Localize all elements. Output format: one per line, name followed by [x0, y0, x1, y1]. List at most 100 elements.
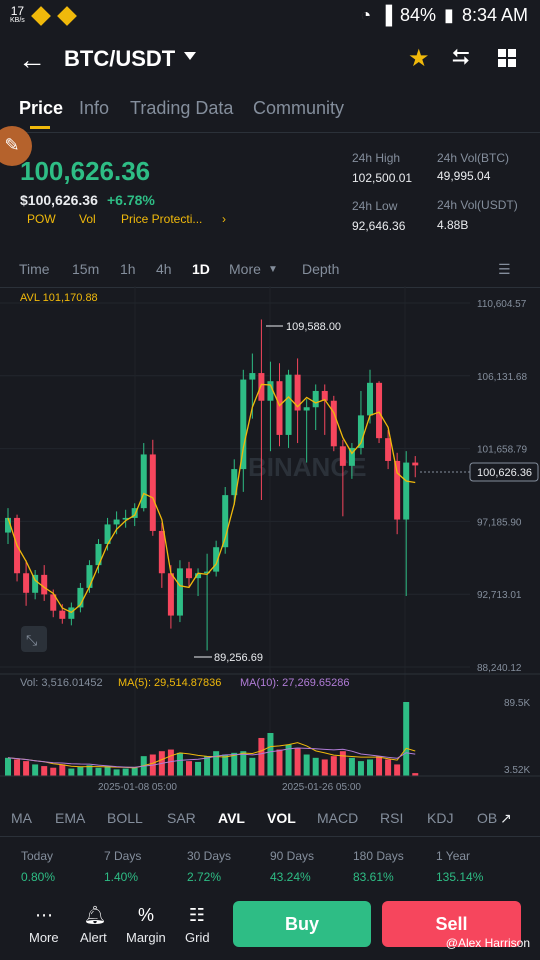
perf-value: 83.61% [353, 870, 394, 884]
stat-volusdt-value: 4.88B [437, 218, 469, 232]
chart-settings-icon[interactable]: ☰ [498, 261, 511, 278]
binance-notification-icon [56, 6, 77, 26]
tag-vol[interactable]: Vol [79, 212, 96, 226]
date-label: 2025-01-08 05:00 [98, 782, 177, 793]
tag-pow[interactable]: POW [27, 212, 56, 226]
perf-label: Today [21, 849, 54, 863]
volume-bar [95, 767, 102, 776]
share-icon[interactable]: ⮀ [452, 44, 470, 70]
candle-body [276, 381, 283, 435]
pair-header: ← BTC/USDT ★ ⮀ [0, 36, 540, 82]
candle-body [176, 568, 183, 616]
stat-volbtc-value: 49,995.04 [437, 169, 491, 183]
volume-bar [303, 754, 310, 776]
timeframe-15m[interactable]: 15m [72, 261, 99, 277]
candle-body [68, 607, 75, 619]
candle-body [412, 462, 419, 466]
volume-bar [167, 749, 174, 776]
indicator-settings-icon[interactable]: ↗ [500, 810, 512, 827]
grid-icon[interactable] [498, 49, 516, 67]
timeframe-depth[interactable]: Depth [302, 261, 339, 277]
indicator-rsi[interactable]: RSI [380, 810, 403, 826]
margin-label[interactable]: Margin [126, 930, 166, 945]
ma10-label: MA(10): 27,269.65286 [240, 677, 349, 689]
divider [0, 132, 540, 133]
top-tabs: Price Info Trading Data Community [0, 94, 540, 132]
status-left: 17 KB/s [10, 5, 77, 26]
volume-bar [321, 759, 328, 776]
y-tick-label: 92,713.01 [477, 590, 522, 601]
low-marker: 89,256.69 [214, 652, 263, 664]
volume-bar [213, 751, 220, 776]
timeframe-more[interactable]: More [229, 261, 261, 277]
volume-bar [294, 747, 301, 776]
alert-label[interactable]: Alert [80, 930, 107, 945]
volume-bar [276, 749, 283, 776]
star-icon[interactable]: ★ [408, 44, 430, 73]
volume-bar [122, 768, 129, 776]
indicator-boll[interactable]: BOLL [107, 810, 143, 826]
y-tick-label: 97,185.90 [477, 517, 522, 528]
volume-bar [403, 702, 410, 776]
volume-bar [330, 756, 337, 776]
indicator-vol[interactable]: VOL [267, 810, 296, 826]
more-label[interactable]: More [29, 930, 59, 945]
indicator-ema[interactable]: EMA [55, 810, 85, 826]
stat-high-label: 24h High [352, 151, 401, 165]
alert-icon[interactable]: 🔔︎ [75, 905, 115, 926]
pair-title[interactable]: BTC/USDT [64, 46, 175, 72]
perf-label: 30 Days [187, 849, 232, 863]
buy-button[interactable]: Buy [233, 901, 371, 947]
candle-body [285, 374, 292, 435]
status-right: ◔ ▐ 84% ▮ 8:34 AM [360, 5, 528, 26]
timeframe-1d[interactable]: 1D [192, 261, 210, 277]
volume-bar [23, 761, 30, 776]
arrow-left-icon[interactable]: ← [18, 44, 46, 76]
stat-volbtc-label: 24h Vol(BTC) [437, 151, 510, 165]
candle-body [23, 573, 30, 593]
candle-body [32, 574, 39, 593]
timeframe-time[interactable]: Time [19, 261, 50, 277]
stat-high-value: 102,500.01 [352, 171, 413, 185]
more-icon[interactable]: ⋯ [24, 905, 64, 926]
grid-label[interactable]: Grid [185, 930, 210, 945]
chevron-right-icon[interactable]: › [222, 212, 226, 226]
candle-body [249, 373, 256, 380]
chevron-down-icon[interactable]: ▼ [268, 264, 278, 275]
margin-icon[interactable]: % [126, 905, 166, 926]
wifi-icon: ◔ [360, 5, 372, 25]
network-speed-unit: KB/s [10, 17, 25, 24]
indicator-macd[interactable]: MACD [317, 810, 358, 826]
indicator-ma[interactable]: MA [11, 810, 32, 826]
date-label: 2025-01-26 05:00 [282, 782, 361, 793]
tab-community[interactable]: Community [253, 98, 344, 119]
chevron-down-icon[interactable] [184, 52, 196, 60]
volume-bar [222, 754, 229, 776]
volume-bar [240, 751, 247, 776]
indicator-sar[interactable]: SAR [167, 810, 196, 826]
candle-body [385, 438, 392, 461]
expand-icon[interactable]: ⤡ [26, 633, 37, 649]
perf-value: 135.14% [436, 870, 484, 884]
indicator-avl[interactable]: AVL [218, 810, 245, 826]
timeframe-1h[interactable]: 1h [120, 261, 136, 277]
tab-info[interactable]: Info [79, 98, 109, 119]
indicator-ob[interactable]: OB [477, 810, 497, 826]
volume-bar [357, 761, 364, 776]
signal-icon: ▐ [379, 5, 393, 25]
watermark: BINANCE [248, 452, 366, 482]
price-chart[interactable]: BINANCE AVL 101,170.88 110,604.57 106,131… [0, 286, 540, 806]
vol-label: Vol: 3,516.01452 [20, 677, 103, 689]
tab-trading-data[interactable]: Trading Data [130, 98, 233, 119]
tag-price-protection[interactable]: Price Protecti... [121, 212, 202, 226]
volume-bar [131, 767, 138, 776]
volume-bar [50, 767, 57, 776]
clock: 8:34 AM [461, 5, 528, 25]
perf-label: 7 Days [104, 849, 142, 863]
tab-price[interactable]: Price [19, 98, 63, 119]
volume-bar [41, 766, 48, 776]
indicator-kdj[interactable]: KDJ [427, 810, 453, 826]
timeframe-4h[interactable]: 4h [156, 261, 172, 277]
grid-bot-icon[interactable]: ☷ [177, 905, 217, 926]
candle-body [312, 390, 319, 408]
